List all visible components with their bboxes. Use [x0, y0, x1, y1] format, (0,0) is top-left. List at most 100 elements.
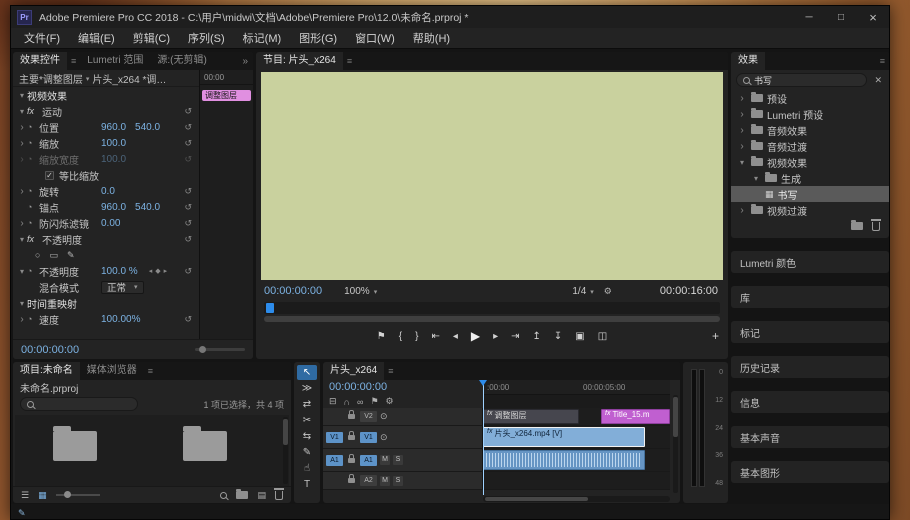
twirl-icon[interactable]	[17, 235, 27, 244]
mute-track-button[interactable]: M	[380, 476, 390, 486]
twirl-icon[interactable]	[737, 125, 747, 136]
clip-video-selected[interactable]: fx 片头_x264.mp4 [V]	[483, 427, 645, 447]
pen-mask-icon[interactable]	[67, 250, 75, 261]
comparison-view-icon[interactable]: ◫	[598, 331, 607, 342]
go-to-in-icon[interactable]: ⇤	[431, 331, 439, 342]
reset-parameter-icon[interactable]	[184, 314, 195, 325]
program-scrubber[interactable]	[264, 302, 720, 314]
horizontal-scrollbar[interactable]	[483, 496, 670, 502]
effects-search-box[interactable]	[736, 73, 867, 87]
go-to-out-icon[interactable]: ⇥	[511, 331, 519, 342]
export-frame-icon[interactable]: ▣	[575, 331, 584, 342]
mute-track-button[interactable]: M	[380, 455, 390, 465]
tab-program-monitor[interactable]: 节目: 片头_x264	[256, 52, 343, 70]
panel-markers[interactable]: 标记	[731, 321, 889, 343]
track-v2-clips[interactable]: fx 调整图层 fx Title_15.m	[483, 408, 670, 425]
tab-effect-controls[interactable]: 效果控件	[13, 52, 67, 70]
track-v1-clips[interactable]: fx 片头_x264.mp4 [V]	[483, 426, 670, 448]
thumbnail-zoom-slider[interactable]	[56, 494, 100, 496]
speed-row[interactable]: 速度 100.00%	[13, 311, 195, 327]
panel-menu-icon[interactable]	[71, 56, 76, 66]
twirl-icon[interactable]	[737, 109, 747, 120]
menu-markers[interactable]: 标记(M)	[234, 30, 291, 46]
rotation-value[interactable]: 0.0	[101, 186, 115, 197]
new-bin-icon[interactable]	[236, 491, 248, 499]
twirl-icon[interactable]	[737, 158, 747, 167]
track-a2-clips[interactable]	[483, 472, 670, 489]
anchor-x-value[interactable]: 960.0	[101, 202, 126, 213]
menu-sequence[interactable]: 序列(S)	[179, 30, 234, 46]
twirl-icon[interactable]	[17, 107, 27, 116]
stopwatch-icon[interactable]	[27, 266, 39, 276]
twirl-icon[interactable]	[17, 138, 27, 149]
track-target-v1[interactable]: V1	[360, 432, 377, 443]
tree-item-write-on[interactable]: 书写	[731, 186, 889, 202]
time-ruler[interactable]: :00:00 00:00:05:00	[483, 380, 670, 395]
opacity-effect-row[interactable]: fx 不透明度	[13, 231, 195, 247]
hand-tool[interactable]: ☝	[297, 461, 317, 476]
zoom-slider[interactable]	[195, 348, 245, 351]
razor-tool[interactable]: ✂	[297, 413, 317, 428]
panel-menu-icon[interactable]	[388, 366, 393, 376]
tab-overflow-icon[interactable]	[242, 56, 253, 67]
new-custom-bin-icon[interactable]	[851, 222, 863, 230]
position-y-value[interactable]: 540.0	[135, 122, 160, 133]
reset-parameter-icon[interactable]	[184, 266, 195, 277]
project-item-list[interactable]	[15, 415, 289, 486]
selection-tool[interactable]: ↖	[297, 365, 317, 380]
tab-effects[interactable]: 效果	[731, 52, 765, 70]
tab-source-monitor[interactable]: 源:(无剪辑)	[150, 52, 213, 70]
source-patch-a1[interactable]: A1	[326, 455, 343, 466]
video-preview-frame[interactable]	[261, 72, 723, 280]
project-search-box[interactable]	[20, 397, 138, 411]
toggle-track-output-icon[interactable]	[380, 411, 388, 422]
track-target-v2[interactable]: V2	[360, 411, 377, 422]
reset-parameter-icon[interactable]	[184, 218, 195, 229]
stopwatch-icon[interactable]	[27, 202, 39, 212]
antiflicker-row[interactable]: 防闪烁滤镜 0.00	[13, 215, 195, 231]
track-target-a2[interactable]: A2	[360, 475, 377, 486]
panel-menu-icon[interactable]	[880, 56, 885, 66]
reset-parameter-icon[interactable]	[184, 202, 195, 213]
maximize-button[interactable]	[825, 6, 857, 28]
opacity-value[interactable]: 100.0 %	[101, 266, 138, 277]
reset-parameter-icon[interactable]	[184, 138, 195, 149]
reset-parameter-icon[interactable]	[184, 186, 195, 197]
tab-media-browser[interactable]: 媒体浏览器	[80, 362, 144, 380]
twirl-icon[interactable]	[751, 174, 761, 183]
panel-essential-sound[interactable]: 基本声音	[731, 426, 889, 448]
clear-search-icon[interactable]: ✕	[872, 75, 884, 86]
panel-essential-graphics[interactable]: 基本图形	[731, 461, 889, 483]
twirl-icon[interactable]	[17, 91, 27, 100]
panel-menu-icon[interactable]	[148, 366, 153, 376]
blend-mode-select[interactable]: 正常	[101, 281, 144, 294]
lock-icon[interactable]	[348, 478, 355, 483]
panel-libraries[interactable]: 库	[731, 286, 889, 308]
tree-item-generate[interactable]: 生成	[731, 170, 889, 186]
type-tool[interactable]: T	[297, 477, 317, 492]
rotation-row[interactable]: 旋转 0.0	[13, 183, 195, 199]
reset-effect-icon[interactable]	[184, 106, 195, 117]
time-remap-section[interactable]: 时间重映射	[13, 295, 195, 311]
mark-out-icon[interactable]: }	[415, 331, 418, 342]
button-editor-button[interactable]: +	[712, 329, 719, 343]
effect-controls-timecode[interactable]: 00:00:00:00	[21, 344, 79, 356]
menu-window[interactable]: 窗口(W)	[346, 30, 404, 46]
antiflicker-value[interactable]: 0.00	[101, 218, 120, 229]
playhead[interactable]	[483, 380, 484, 495]
anchor-row[interactable]: 锚点 960.0 540.0	[13, 199, 195, 215]
source-patch-v1[interactable]: V1	[326, 432, 343, 443]
scale-row[interactable]: 缩放 100.0	[13, 135, 195, 151]
twirl-icon[interactable]	[737, 93, 747, 104]
menu-help[interactable]: 帮助(H)	[404, 30, 459, 46]
tree-item-video-effects[interactable]: 视频效果	[731, 154, 889, 170]
clip-title-graphic[interactable]: fx Title_15.m	[601, 409, 670, 424]
rect-mask-icon[interactable]	[49, 250, 58, 261]
lock-icon[interactable]	[348, 435, 355, 440]
position-x-value[interactable]: 960.0	[101, 122, 126, 133]
menu-clip[interactable]: 剪辑(C)	[124, 30, 179, 46]
tab-lumetri-scopes[interactable]: Lumetri 范围	[80, 52, 150, 70]
list-view-icon[interactable]: ☰	[21, 490, 29, 501]
bin-folder-icon[interactable]	[183, 431, 227, 461]
step-forward-icon[interactable]: ▸	[493, 331, 498, 342]
